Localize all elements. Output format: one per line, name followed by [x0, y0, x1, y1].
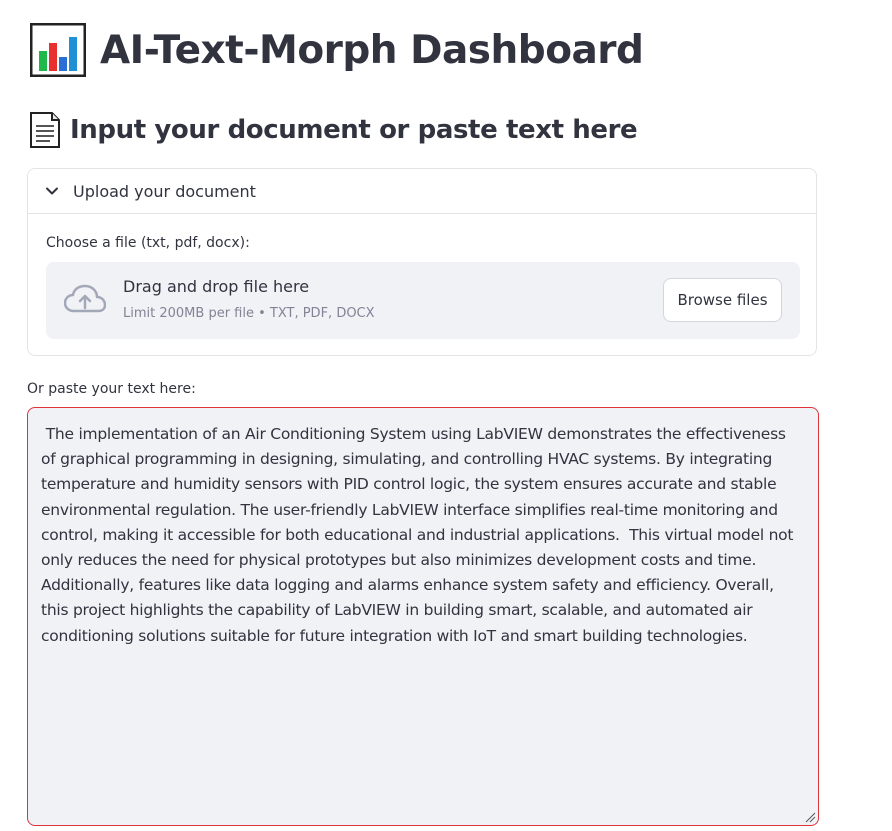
resize-handle-icon[interactable] [804, 811, 816, 823]
paste-text-label: Or paste your text here: [27, 381, 196, 397]
upload-expander-label: Upload your document [73, 181, 256, 201]
cloud-upload-icon [64, 284, 106, 313]
upload-expander-header[interactable]: Upload your document [28, 169, 816, 214]
paste-textarea[interactable]: The implementation of an Air Conditionin… [27, 407, 819, 826]
input-heading-row: Input your document or paste text here [28, 110, 638, 150]
dropzone-instructions: Drag and drop file here [123, 277, 310, 296]
dropzone-limit: Limit 200MB per file • TXT, PDF, DOCX [123, 306, 375, 321]
bar-chart-icon [30, 23, 86, 77]
input-heading: Input your document or paste text here [70, 115, 638, 145]
paste-textarea-value[interactable]: The implementation of an Air Conditionin… [41, 422, 803, 649]
upload-expander: Upload your document Choose a file (txt,… [27, 168, 817, 356]
page: AI-Text-Morph Dashboard Input your docum… [0, 0, 892, 831]
page-title: AI-Text-Morph Dashboard [100, 27, 644, 73]
document-icon [30, 112, 60, 148]
file-dropzone[interactable]: Drag and drop file here Limit 200MB per … [46, 262, 800, 339]
file-uploader-label: Choose a file (txt, pdf, docx): [46, 235, 250, 251]
page-title-row: AI-Text-Morph Dashboard [30, 22, 644, 78]
chevron-down-icon [46, 187, 58, 195]
browse-files-button[interactable]: Browse files [663, 278, 782, 322]
